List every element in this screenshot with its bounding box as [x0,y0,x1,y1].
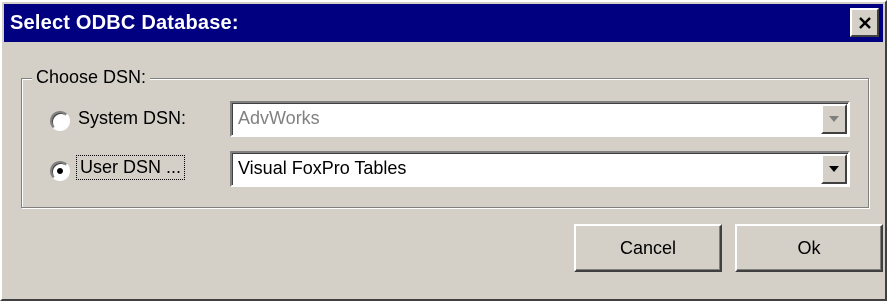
group-legend: Choose DSN: [32,67,151,88]
system-dsn-value: AdvWorks [238,108,320,128]
radio-dot-icon [57,168,63,174]
system-dsn-select[interactable]: AdvWorks [230,101,850,137]
user-dsn-value: Visual FoxPro Tables [238,158,407,178]
system-dsn-radio[interactable] [50,111,70,131]
ok-button[interactable]: Ok [735,224,883,272]
user-dsn-dropdown-button[interactable] [821,154,847,184]
choose-dsn-group: Choose DSN: System DSN: AdvWorks User DS… [21,67,869,208]
system-dsn-row: System DSN: AdvWorks [22,99,868,139]
dialog-title: Select ODBC Database: [10,11,239,34]
user-dsn-label[interactable]: User DSN ... [75,155,186,180]
cancel-button[interactable]: Cancel [574,224,722,272]
close-button[interactable] [850,8,879,37]
user-dsn-select[interactable]: Visual FoxPro Tables [230,151,850,187]
system-dsn-dropdown-button[interactable] [821,104,847,134]
title-bar[interactable]: Select ODBC Database: [4,4,883,42]
odbc-dialog: Select ODBC Database: Choose DSN: System… [0,0,887,301]
user-dsn-row: User DSN ... Visual FoxPro Tables [22,149,868,189]
chevron-down-icon [829,166,839,172]
system-dsn-label[interactable]: System DSN: [78,108,186,129]
user-dsn-radio[interactable] [50,161,70,181]
chevron-down-icon [829,116,839,122]
close-icon [858,16,871,29]
